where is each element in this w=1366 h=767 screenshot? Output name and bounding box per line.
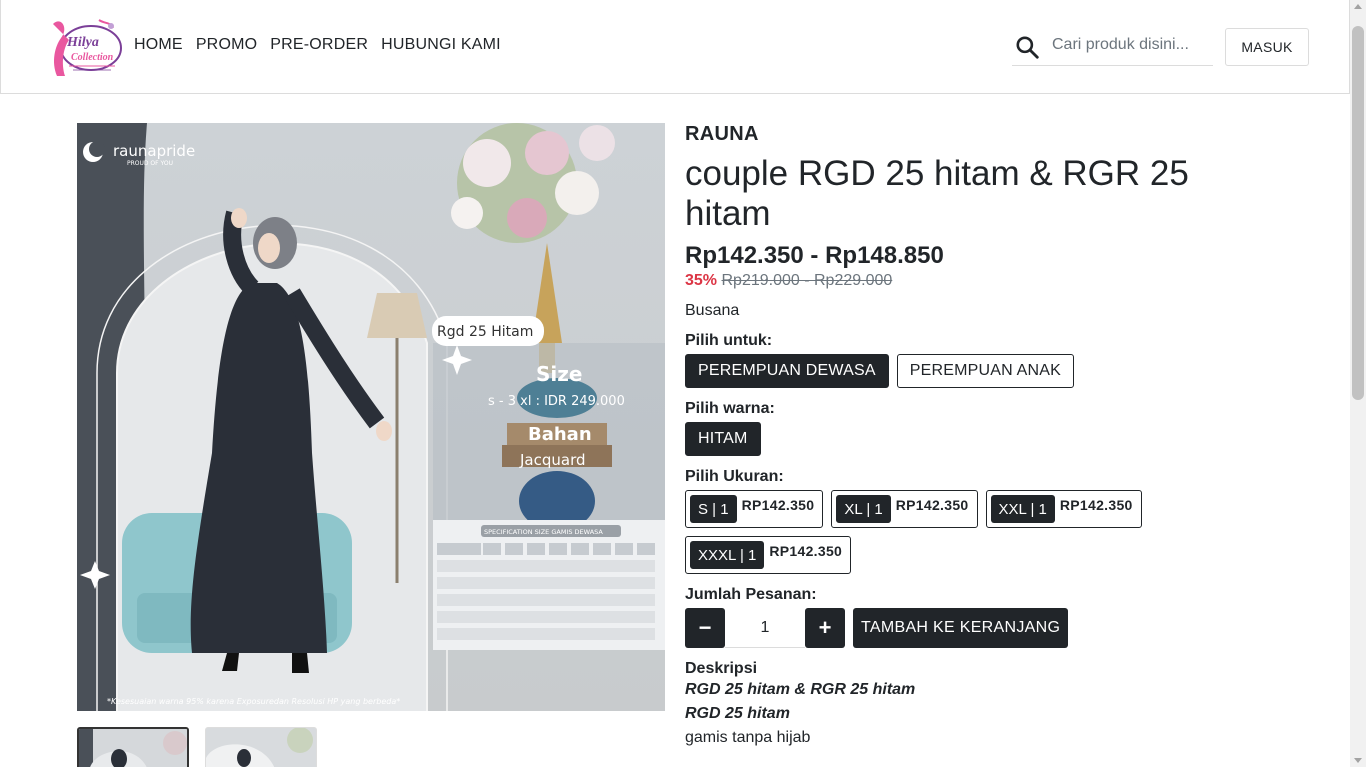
main-nav: HOME PROMO PRE-ORDER HUBUNGI KAMI xyxy=(134,36,501,54)
site-header: Hilya Collection HOME PROMO PRE-ORDER HU… xyxy=(0,0,1350,94)
add-to-cart-button[interactable]: TAMBAH KE KERANJANG xyxy=(853,608,1069,648)
svg-text:*Kesesuaian warna 95% karena E: *Kesesuaian warna 95% karena Exposuredan… xyxy=(107,697,400,706)
size-options: S | 1 RP142.350 XL | 1 RP142.350 XXL | 1… xyxy=(685,490,1155,574)
thumbnail-2[interactable] xyxy=(205,727,317,767)
svg-text:PROUD OF YOU: PROUD OF YOU xyxy=(127,160,173,167)
page-scrollbar[interactable] xyxy=(1350,0,1366,767)
qty-label: Jumlah Pesanan: xyxy=(685,586,817,603)
size-badge: XXXL | 1 xyxy=(690,541,765,569)
nav-contact[interactable]: HUBUNGI KAMI xyxy=(381,36,501,54)
old-price-row: 35% Rp219.000 - Rp229.000 xyxy=(685,272,1335,290)
size-badge: XL | 1 xyxy=(836,495,891,523)
discount-badge: 35% xyxy=(685,272,718,289)
svg-text:s - 3 xl : IDR 249.000: s - 3 xl : IDR 249.000 xyxy=(488,394,625,409)
option-perempuan-anak[interactable]: PEREMPUAN ANAK xyxy=(896,354,1075,388)
thumbnail-image xyxy=(206,728,316,767)
product-brand: RAUNA xyxy=(685,123,759,145)
scroll-thumb[interactable] xyxy=(1352,26,1364,400)
image-thumbnails xyxy=(77,727,317,767)
logo-graphic: Hilya Collection xyxy=(53,19,122,76)
nav-pre-order[interactable]: PRE-ORDER xyxy=(270,36,368,54)
scroll-down-icon[interactable] xyxy=(1354,758,1362,763)
size-option-xl[interactable]: XL | 1 RP142.350 xyxy=(831,490,978,528)
login-button[interactable]: MASUK xyxy=(1225,28,1309,66)
size-option-xxl[interactable]: XXL | 1 RP142.350 xyxy=(985,490,1142,528)
size-option-xxxl[interactable]: XXXL | 1 RP142.350 xyxy=(685,536,852,574)
nav-home[interactable]: HOME xyxy=(134,36,183,54)
product-category: Busana xyxy=(685,302,740,319)
svg-text:Rgd 25 Hitam: Rgd 25 Hitam xyxy=(437,324,533,340)
description-line: RGD 25 hitam xyxy=(685,705,790,722)
for-label: Pilih untuk: xyxy=(685,332,773,349)
qty-controls: − + TAMBAH KE KERANJANG xyxy=(685,608,1335,648)
svg-text:Collection: Collection xyxy=(71,52,114,63)
search-icon[interactable] xyxy=(1014,34,1040,60)
qty-increase-button[interactable]: + xyxy=(805,608,845,648)
svg-text:raunapride: raunapride xyxy=(113,142,195,160)
description-line: RGD 25 hitam & RGR 25 hitam xyxy=(685,681,916,698)
thumbnail-1[interactable] xyxy=(77,727,189,767)
svg-text:Hilya: Hilya xyxy=(66,35,99,50)
product-image-graphic: raunapride PROUD OF YOU Rgd 25 Hitam Siz… xyxy=(77,123,665,711)
size-badge: XXL | 1 xyxy=(990,495,1055,523)
product-price: Rp142.350 - Rp148.850 xyxy=(685,242,944,269)
old-price: Rp219.000 - Rp229.000 xyxy=(721,272,893,289)
search-box xyxy=(1012,28,1213,66)
color-options: HITAM xyxy=(685,422,1335,456)
nav-promo[interactable]: PROMO xyxy=(196,36,257,54)
svg-text:SPECIFICATION SIZE GAMIS DEWAS: SPECIFICATION SIZE GAMIS DEWASA xyxy=(484,528,603,536)
svg-text:Jacquard: Jacquard xyxy=(519,451,586,469)
scroll-up-icon[interactable] xyxy=(1354,4,1362,9)
qty-input[interactable] xyxy=(725,608,805,648)
size-price: RP142.350 xyxy=(1059,497,1133,513)
search-input[interactable] xyxy=(1052,36,1210,54)
size-price: RP142.350 xyxy=(741,497,815,513)
size-badge: S | 1 xyxy=(690,495,737,523)
product-main-image[interactable]: raunapride PROUD OF YOU Rgd 25 Hitam Siz… xyxy=(77,123,665,711)
for-options: PEREMPUAN DEWASA PEREMPUAN ANAK xyxy=(685,354,1335,388)
description-line: gamis tanpa hijab xyxy=(685,729,811,746)
product-info: RAUNA couple RGD 25 hitam & RGR 25 hitam… xyxy=(685,123,1335,750)
color-label: Pilih warna: xyxy=(685,400,775,417)
description-label: Deskripsi xyxy=(685,660,758,677)
size-price: RP142.350 xyxy=(895,497,969,513)
size-option-s[interactable]: S | 1 RP142.350 xyxy=(685,490,824,528)
site-logo[interactable]: Hilya Collection xyxy=(47,14,125,80)
qty-decrease-button[interactable]: − xyxy=(685,608,725,648)
option-perempuan-dewasa[interactable]: PEREMPUAN DEWASA xyxy=(685,354,889,388)
svg-text:Size: Size xyxy=(536,362,582,386)
product-title: couple RGD 25 hitam & RGR 25 hitam xyxy=(685,154,1189,233)
thumbnail-image xyxy=(79,729,187,767)
svg-text:Bahan: Bahan xyxy=(528,424,592,445)
size-price: RP142.350 xyxy=(769,543,843,559)
option-color-hitam[interactable]: HITAM xyxy=(685,422,761,456)
size-label: Pilih Ukuran: xyxy=(685,468,784,485)
